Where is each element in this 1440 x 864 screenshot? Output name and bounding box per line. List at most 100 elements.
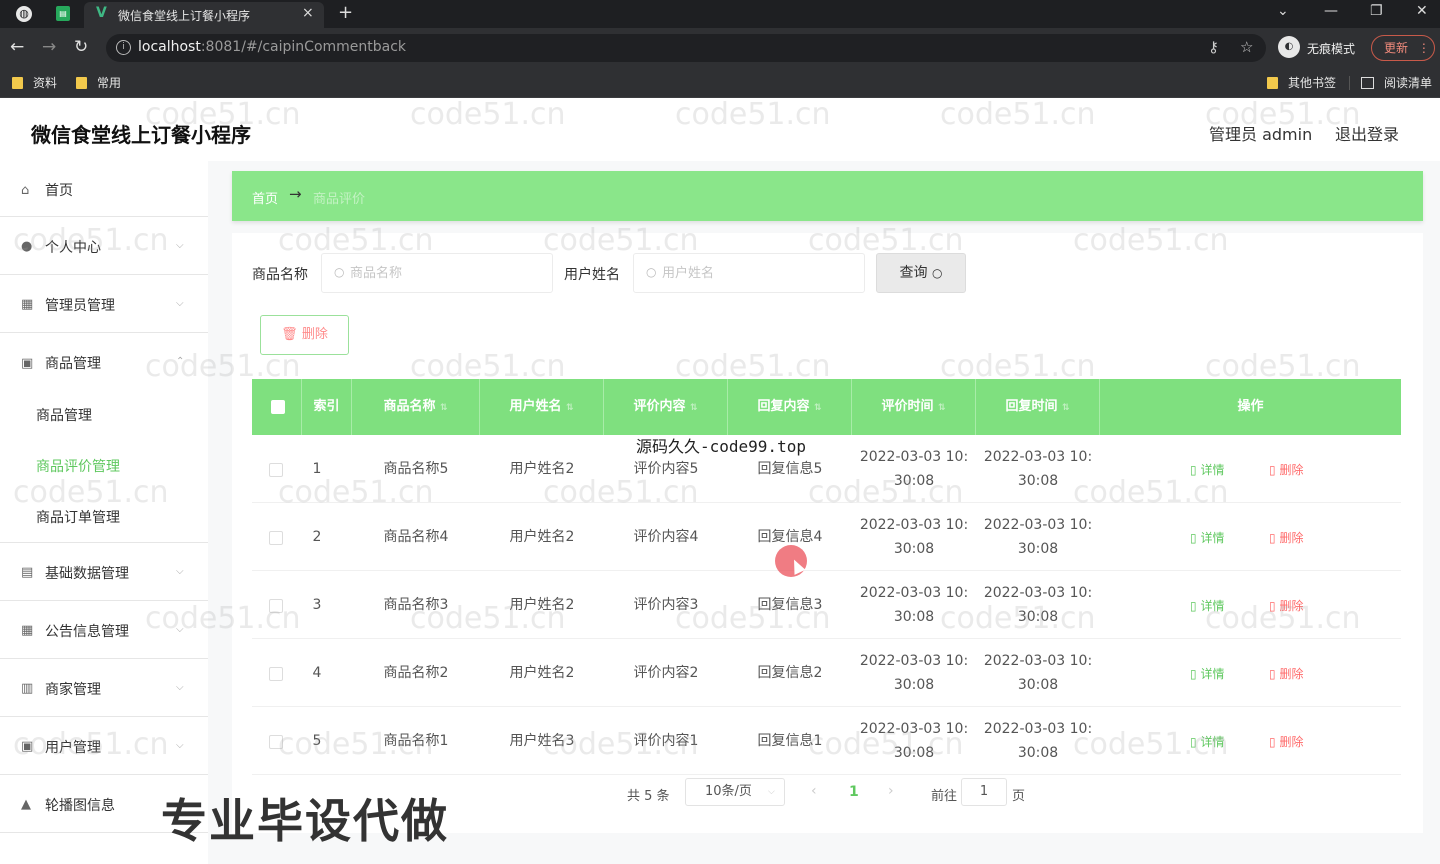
sidebar-item-shop[interactable]: ▥ 商家管理 ⌵ xyxy=(0,659,208,717)
sort-icon[interactable]: ⇅ xyxy=(566,403,574,413)
forward-icon[interactable]: → xyxy=(42,37,56,57)
column-header-goods[interactable]: 商品名称 ⇅ xyxy=(352,379,480,435)
sidebar-item-home[interactable]: ⌂ 首页 xyxy=(0,161,208,217)
page-number-current[interactable]: 1 xyxy=(849,784,859,800)
bookmark-folder-ziliao[interactable]: 资料 xyxy=(12,74,57,91)
minimize-icon[interactable]: — xyxy=(1324,3,1338,19)
row-checkbox[interactable] xyxy=(269,599,283,613)
trash-icon: ▯ xyxy=(1269,735,1276,749)
reading-list[interactable]: 阅读清单 xyxy=(1361,74,1432,91)
browser-tab-bar: ◍ ▤ V 微信食堂线上订餐小程序 × + ⌄ — ❐ ✕ xyxy=(0,0,1440,28)
breadcrumb: 首页 → 商品评价 xyxy=(232,171,1423,221)
sidebar-item-notice[interactable]: ▦ 公告信息管理 ⌵ xyxy=(0,601,208,659)
sidebar-subitem-goods-order[interactable]: 商品订单管理 xyxy=(36,507,120,527)
trash-icon: ▯ xyxy=(1269,599,1276,613)
query-button[interactable]: 查询 ○ xyxy=(876,253,966,293)
browser-icon[interactable]: ◍ xyxy=(16,6,32,22)
cell-goods: 商品名称5 xyxy=(383,461,449,477)
column-header-content[interactable]: 评价内容 ⇅ xyxy=(604,379,728,435)
user-name-field[interactable]: ○ xyxy=(633,253,865,293)
page-suffix-label: 页 xyxy=(1012,789,1026,804)
tab-search-icon[interactable]: ⌄ xyxy=(1277,3,1289,19)
url-input[interactable]: i localhost:8081/#/caipinCommentback ⚷ ☆ xyxy=(106,34,1266,62)
sort-icon[interactable]: ⇅ xyxy=(690,403,698,413)
bookmark-folder-other[interactable]: 其他书签 xyxy=(1267,74,1336,91)
cell-user: 用户姓名3 xyxy=(509,733,575,749)
sidebar-item-label: 商品管理 xyxy=(45,356,101,372)
new-tab-icon[interactable]: + xyxy=(338,2,353,23)
column-header-user[interactable]: 用户姓名 ⇅ xyxy=(480,379,604,435)
batch-delete-button[interactable]: 🗑 删除 xyxy=(260,315,349,355)
overlay-banner: 专业毕设代做 xyxy=(161,794,449,848)
delete-button[interactable]: ▯ 删除 xyxy=(1269,461,1303,478)
detail-button[interactable]: ▯ 详情 xyxy=(1190,665,1224,682)
cell-reply-time: 2022-03-03 10: 30:08 xyxy=(983,517,1093,557)
sidebar-item-admin[interactable]: ▦ 管理员管理 ⌵ xyxy=(0,275,208,333)
detail-button[interactable]: ▯ 详情 xyxy=(1190,461,1224,478)
detail-button[interactable]: ▯ 详情 xyxy=(1190,529,1224,546)
cell-reply: 回复信息1 xyxy=(757,733,823,749)
sidebar-subitem-goods[interactable]: 商品管理 xyxy=(36,405,92,425)
bookmark-folder-changyong[interactable]: 常用 xyxy=(76,74,121,91)
sidebar-item-personal[interactable]: ● 个人中心 ⌵ xyxy=(0,217,208,275)
incognito-icon[interactable]: ◐ xyxy=(1278,36,1300,58)
select-all-checkbox[interactable] xyxy=(271,400,285,414)
goods-name-input[interactable] xyxy=(350,262,545,284)
delete-button[interactable]: ▯ 删除 xyxy=(1269,665,1303,682)
reload-icon[interactable]: ↻ xyxy=(74,37,88,57)
row-checkbox[interactable] xyxy=(269,735,283,749)
cell-reply: 回复信息2 xyxy=(757,665,823,681)
browser-tab-active[interactable]: V 微信食堂线上订餐小程序 × xyxy=(84,2,324,28)
tab-title: 微信食堂线上订餐小程序 xyxy=(118,9,251,23)
detail-button[interactable]: ▯ 详情 xyxy=(1190,733,1224,750)
logout-link[interactable]: 退出登录 xyxy=(1335,121,1399,145)
sort-icon[interactable]: ⇅ xyxy=(814,403,822,413)
document-icon: ▯ xyxy=(1190,531,1197,545)
detail-button[interactable]: ▯ 详情 xyxy=(1190,597,1224,614)
sidebar-item-basedata[interactable]: ▤ 基础数据管理 ⌵ xyxy=(0,543,208,601)
tab-close-icon[interactable]: × xyxy=(302,5,314,21)
row-checkbox[interactable] xyxy=(269,463,283,477)
column-header-reply[interactable]: 回复内容 ⇅ xyxy=(728,379,852,435)
cell-reply-time: 2022-03-03 10: 30:08 xyxy=(983,449,1093,489)
cell-comment-time: 2022-03-03 10: 30:08 xyxy=(859,517,969,557)
back-icon[interactable]: ← xyxy=(10,37,24,57)
row-checkbox[interactable] xyxy=(269,531,283,545)
bookmark-divider xyxy=(1349,76,1350,90)
reading-list-icon xyxy=(1361,77,1374,89)
column-header-reply-time[interactable]: 回复时间 ⇅ xyxy=(976,379,1100,435)
table-row: 2 商品名称4 用户姓名2 评价内容4 回复信息4 2022-03-03 10:… xyxy=(252,503,1401,571)
column-header-comment-time[interactable]: 评价时间 ⇅ xyxy=(852,379,976,435)
restore-icon[interactable]: ❐ xyxy=(1370,3,1383,19)
breadcrumb-home[interactable]: 首页 xyxy=(252,188,278,207)
delete-button[interactable]: ▯ 删除 xyxy=(1269,733,1303,750)
update-button[interactable]: 更新 ⋮ xyxy=(1371,35,1435,61)
column-header-index[interactable]: 索引 xyxy=(302,379,352,435)
sidebar-subitem-goods-comment[interactable]: 商品评价管理 xyxy=(36,456,120,476)
folder-icon xyxy=(76,77,87,89)
goto-page-input[interactable]: 1 xyxy=(961,778,1007,806)
sidebar-item-goods[interactable]: ▣ 商品管理 ⌃ 商品管理 商品评价管理 商品订单管理 xyxy=(0,333,208,543)
cell-user: 用户姓名2 xyxy=(509,529,575,545)
page-size-select[interactable]: 10条/页 ⌵ xyxy=(685,778,785,806)
goods-name-field[interactable]: ○ xyxy=(321,253,553,293)
sort-icon[interactable]: ⇅ xyxy=(1062,403,1070,413)
row-checkbox[interactable] xyxy=(269,667,283,681)
prev-page-icon[interactable]: ‹ xyxy=(811,783,817,799)
spreadsheet-tab-icon[interactable]: ▤ xyxy=(56,6,70,21)
cell-content: 评价内容2 xyxy=(633,665,699,681)
delete-button[interactable]: ▯ 删除 xyxy=(1269,529,1303,546)
delete-button[interactable]: ▯ 删除 xyxy=(1269,597,1303,614)
sort-icon[interactable]: ⇅ xyxy=(440,403,448,413)
key-icon[interactable]: ⚷ xyxy=(1208,38,1219,56)
sort-icon[interactable]: ⇅ xyxy=(938,403,946,413)
sidebar-item-label: 管理员管理 xyxy=(45,298,115,314)
sidebar-item-users[interactable]: ▣ 用户管理 ⌵ xyxy=(0,717,208,775)
window-close-icon[interactable]: ✕ xyxy=(1416,3,1428,19)
cell-reply: 回复信息3 xyxy=(757,597,823,613)
info-icon[interactable]: i xyxy=(116,40,131,55)
star-icon[interactable]: ☆ xyxy=(1240,38,1253,56)
chevron-down-icon: ⌵ xyxy=(176,298,184,309)
user-name-input[interactable] xyxy=(662,262,857,284)
next-page-icon[interactable]: › xyxy=(888,783,894,799)
